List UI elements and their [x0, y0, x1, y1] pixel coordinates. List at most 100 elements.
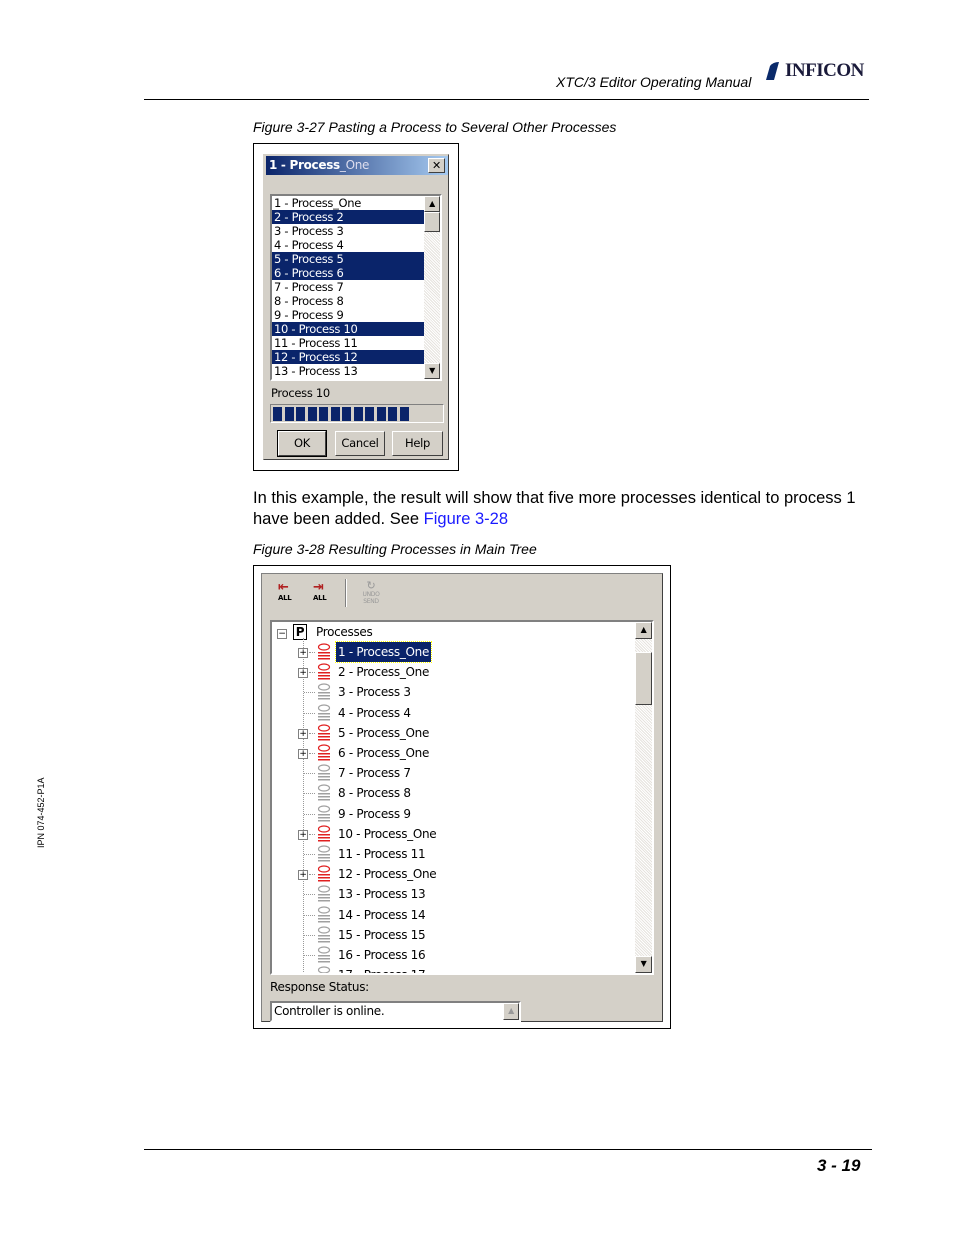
main-tree-window: ⇤ ALL ⇥ ALL ↻ UNDO SEND − P Processes +1 - … [261, 573, 663, 1022]
progress-bar [270, 404, 444, 423]
expand-icon[interactable]: + [298, 870, 308, 881]
close-button[interactable]: ✕ [428, 158, 445, 173]
process-list[interactable]: 1 - Process_One 2 - Process 23 - Process … [270, 194, 442, 381]
tree-item[interactable]: 15 - Process 15 [336, 925, 427, 945]
collapse-root-icon[interactable]: − [277, 629, 287, 639]
tree-line [309, 874, 315, 876]
list-item[interactable]: 10 - Process 10 [272, 322, 424, 336]
footer-rule [144, 1149, 872, 1150]
list-scrollbar[interactable]: ▲ ▼ [424, 196, 440, 379]
tree-item[interactable]: 5 - Process_One [336, 723, 431, 743]
tree-line [304, 854, 315, 855]
tree-item[interactable]: 14 - Process 14 [336, 905, 427, 925]
list-item[interactable]: 13 - Process 13 [272, 364, 424, 378]
manual-title: XTC/3 Editor Operating Manual [556, 74, 752, 90]
tree-scrollbar[interactable]: ▲ ▼ [635, 622, 652, 973]
response-status-field[interactable]: Controller is online. ▲ [270, 1001, 521, 1022]
expand-icon[interactable]: + [298, 648, 308, 658]
process-icon [317, 804, 331, 822]
tree-item[interactable]: 16 - Process 16 [336, 945, 427, 965]
tree-item[interactable]: 17 - Process 17 [336, 965, 427, 973]
scroll-up-button[interactable]: ▲ [424, 196, 440, 212]
status-label: Process 10 [271, 386, 330, 400]
expand-icon[interactable]: + [298, 829, 308, 840]
process-icon [317, 643, 331, 660]
processes-p-icon: P [293, 624, 307, 640]
send-all-button[interactable]: ⇥ ALL [313, 581, 335, 605]
tree-line [309, 732, 315, 734]
list-item[interactable]: 6 - Process 6 [272, 266, 424, 280]
inficon-logo-mark-icon [766, 62, 779, 80]
logo-text: INFICON [785, 60, 864, 81]
tree-line [304, 773, 315, 775]
tree-item[interactable]: 8 - Process 8 [336, 783, 413, 803]
tree-item[interactable]: 10 - Process_One [336, 824, 438, 844]
tree-item[interactable]: 13 - Process 13 [336, 884, 427, 904]
header-rule [144, 99, 869, 100]
expand-icon[interactable]: + [298, 749, 308, 759]
body-text: In this example, the result will show th… [253, 489, 856, 528]
tree-line [304, 813, 315, 815]
scroll-down-button[interactable]: ▼ [635, 956, 652, 973]
progress-block [399, 407, 409, 421]
tree-line [304, 955, 315, 956]
figure-caption-2: Figure 3-28 Resulting Processes in Main … [253, 541, 537, 557]
figure-caption: Figure 3-27 Pasting a Process to Several… [253, 119, 617, 135]
process-icon [317, 946, 331, 963]
paste-dialog: 1 - Process_One ✕ 1 - Process_One 2 - Pro… [263, 154, 449, 460]
tree-item[interactable]: 1 - Process_One [334, 641, 433, 663]
list-item[interactable]: 12 - Process 12 [272, 350, 424, 364]
cancel-button[interactable]: Cancel [335, 431, 385, 456]
list-item[interactable]: 4 - Process 4 [272, 238, 424, 252]
tree-item[interactable]: 6 - Process_One [336, 743, 431, 763]
progress-block [342, 407, 351, 421]
progress-block [365, 407, 374, 421]
process-icon [317, 724, 331, 741]
process-icon [317, 885, 331, 902]
tree-item[interactable]: 3 - Process 3 [336, 682, 413, 702]
expand-icon[interactable]: + [298, 728, 308, 739]
progress-block [376, 407, 386, 421]
process-icon [317, 683, 331, 700]
list-item[interactable]: 2 - Process 2 [272, 210, 424, 224]
scroll-down-button[interactable]: ▼ [424, 363, 440, 379]
tree-item[interactable]: 11 - Process 11 [336, 844, 427, 864]
process-tree[interactable]: − P Processes +1 - Process_One +2 - Proce… [270, 620, 654, 975]
list-item[interactable]: 8 - Process 8 [272, 294, 424, 308]
list-item[interactable]: 11 - Process 11 [272, 336, 424, 350]
list-item[interactable]: 5 - Process 5 [272, 252, 424, 266]
page-number: 3 - 19 [817, 1156, 861, 1175]
tree-line [303, 638, 304, 973]
process-icon [317, 825, 331, 842]
tree-item[interactable]: 9 - Process 9 [336, 804, 413, 824]
tree-root-processes[interactable]: Processes [316, 622, 373, 642]
list-item[interactable]: 3 - Process 3 [272, 224, 424, 238]
tree-line [309, 833, 315, 835]
tree-line [304, 793, 315, 795]
process-icon [317, 663, 331, 680]
list-item[interactable]: 1 - Process_One [272, 196, 424, 210]
tree-line [309, 753, 315, 754]
ok-button[interactable]: OK [277, 430, 327, 457]
scroll-thumb[interactable] [635, 652, 652, 705]
undo-send-button[interactable]: ↻ UNDO SEND [356, 580, 386, 606]
tree-item[interactable]: 2 - Process_One [336, 662, 431, 682]
status-scroll-up[interactable]: ▲ [503, 1003, 519, 1020]
get-all-button[interactable]: ⇤ ALL [278, 581, 300, 605]
process-icon [317, 845, 331, 862]
tree-item[interactable]: 4 - Process 4 [336, 703, 413, 723]
response-status-label: Response Status: [270, 980, 369, 994]
scroll-thumb[interactable] [424, 212, 440, 232]
expand-icon[interactable]: + [298, 668, 308, 679]
process-icon [317, 905, 331, 923]
tree-item[interactable]: 12 - Process_One [336, 864, 438, 884]
list-item[interactable]: 9 - Process 9 [272, 308, 424, 322]
progress-block [388, 407, 397, 421]
help-button[interactable]: Help [392, 431, 443, 456]
list-item[interactable]: 7 - Process 7 [272, 280, 424, 294]
tree-line [304, 914, 315, 916]
tree-item[interactable]: 7 - Process 7 [336, 763, 413, 783]
figure-link[interactable]: Figure 3-28 [424, 510, 508, 528]
scroll-up-button[interactable]: ▲ [635, 622, 652, 639]
tree-line [304, 712, 315, 714]
